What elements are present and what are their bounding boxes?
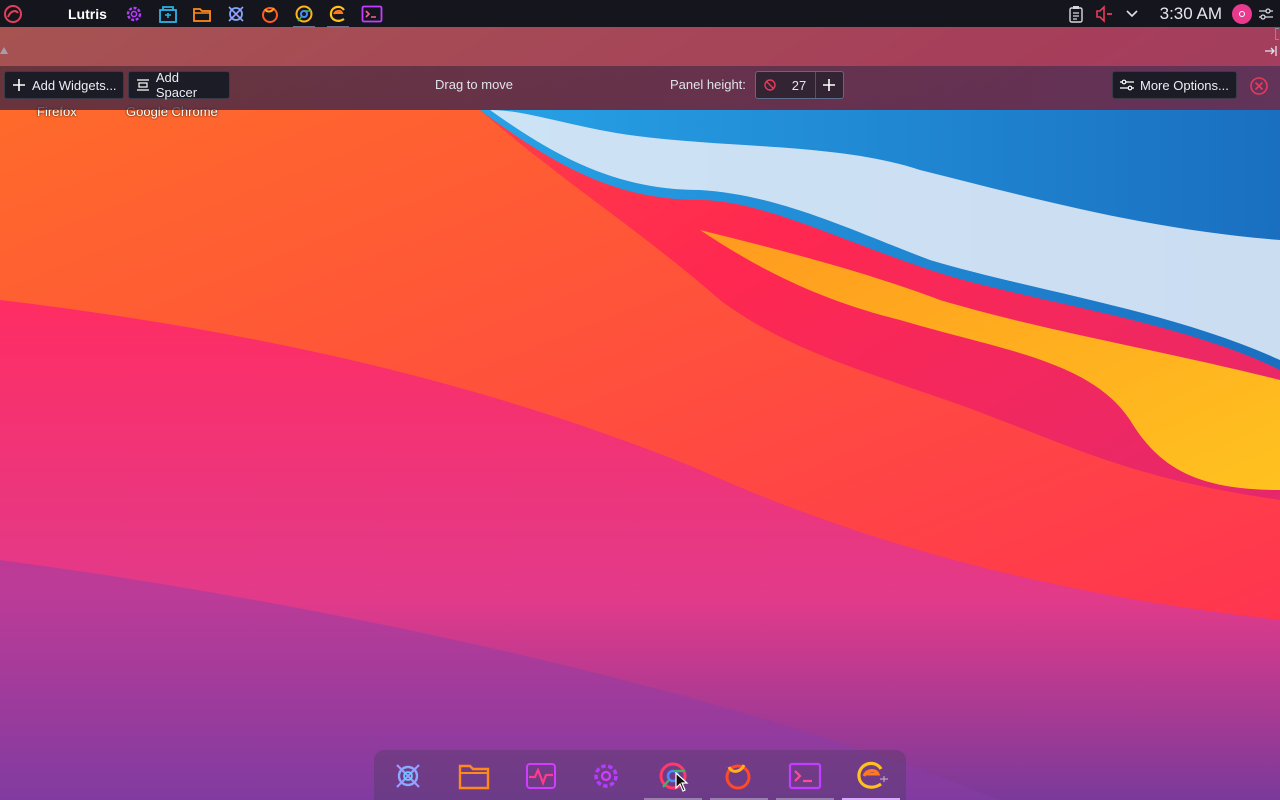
- add-spacer-label: Add Spacer: [155, 70, 198, 100]
- more-options-label: More Options...: [1140, 77, 1229, 93]
- panel-ruler[interactable]: [0, 27, 1280, 66]
- dock-system-monitor-icon[interactable]: [523, 758, 559, 794]
- file-manager-icon[interactable]: [190, 2, 214, 26]
- active-app-name[interactable]: Lutris: [68, 6, 107, 22]
- volume-icon[interactable]: [1093, 3, 1115, 25]
- add-spacer-button[interactable]: Add Spacer: [128, 70, 230, 100]
- clock[interactable]: 3:30 AM: [1160, 4, 1222, 24]
- dock-browser-e-icon[interactable]: [854, 758, 890, 794]
- dock-firefox-icon[interactable]: [720, 758, 756, 794]
- panel-edit-toolbar: Add Widgets... Add Spacer Drag to move P…: [0, 66, 1280, 110]
- system-tray: 3:30 AM: [1062, 0, 1280, 27]
- manjaro-logo-icon[interactable]: [0, 1, 26, 27]
- add-widgets-label: Add Widgets...: [32, 77, 117, 93]
- mouse-cursor-icon: [675, 772, 689, 792]
- dock-network-globe-icon[interactable]: [390, 758, 426, 794]
- user-avatar-icon[interactable]: [1232, 3, 1252, 24]
- options-sliders-icon: [1119, 77, 1135, 93]
- dock-terminal-icon[interactable]: [787, 758, 823, 794]
- panel-height-label: Panel height:: [670, 77, 746, 92]
- chrome-icon[interactable]: [292, 2, 316, 28]
- desktop-wallpaper: [0, 0, 1280, 800]
- settings-gear-icon[interactable]: [122, 2, 146, 26]
- panel-height-value[interactable]: 27: [783, 78, 814, 93]
- increase-height-button[interactable]: [814, 72, 843, 98]
- drag-to-move-hint[interactable]: Drag to move: [435, 77, 513, 92]
- reset-height-icon[interactable]: [756, 72, 783, 98]
- terminal-icon[interactable]: [360, 2, 384, 26]
- close-circle-icon[interactable]: [1249, 76, 1269, 96]
- dock-file-manager-icon[interactable]: [456, 758, 492, 794]
- network-globe-icon[interactable]: [224, 2, 248, 26]
- clipboard-icon[interactable]: [1065, 3, 1087, 25]
- browser-e-icon[interactable]: [326, 2, 350, 28]
- spacer-icon: [135, 77, 151, 93]
- chevron-down-icon[interactable]: [1121, 3, 1143, 25]
- software-store-icon[interactable]: [156, 2, 180, 26]
- top-panel: Lutris 3:30 AM: [0, 0, 1280, 28]
- ruler-arrow-icon[interactable]: [1264, 44, 1278, 58]
- add-widgets-button[interactable]: Add Widgets...: [4, 71, 124, 99]
- panel-height-spinbox[interactable]: 27: [755, 71, 844, 99]
- plus-icon: [11, 77, 27, 93]
- sliders-icon[interactable]: [1255, 3, 1277, 25]
- dock: [374, 750, 906, 800]
- dock-settings-gear-icon[interactable]: [588, 758, 624, 794]
- more-options-button[interactable]: More Options...: [1112, 71, 1237, 99]
- firefox-icon[interactable]: [258, 2, 282, 26]
